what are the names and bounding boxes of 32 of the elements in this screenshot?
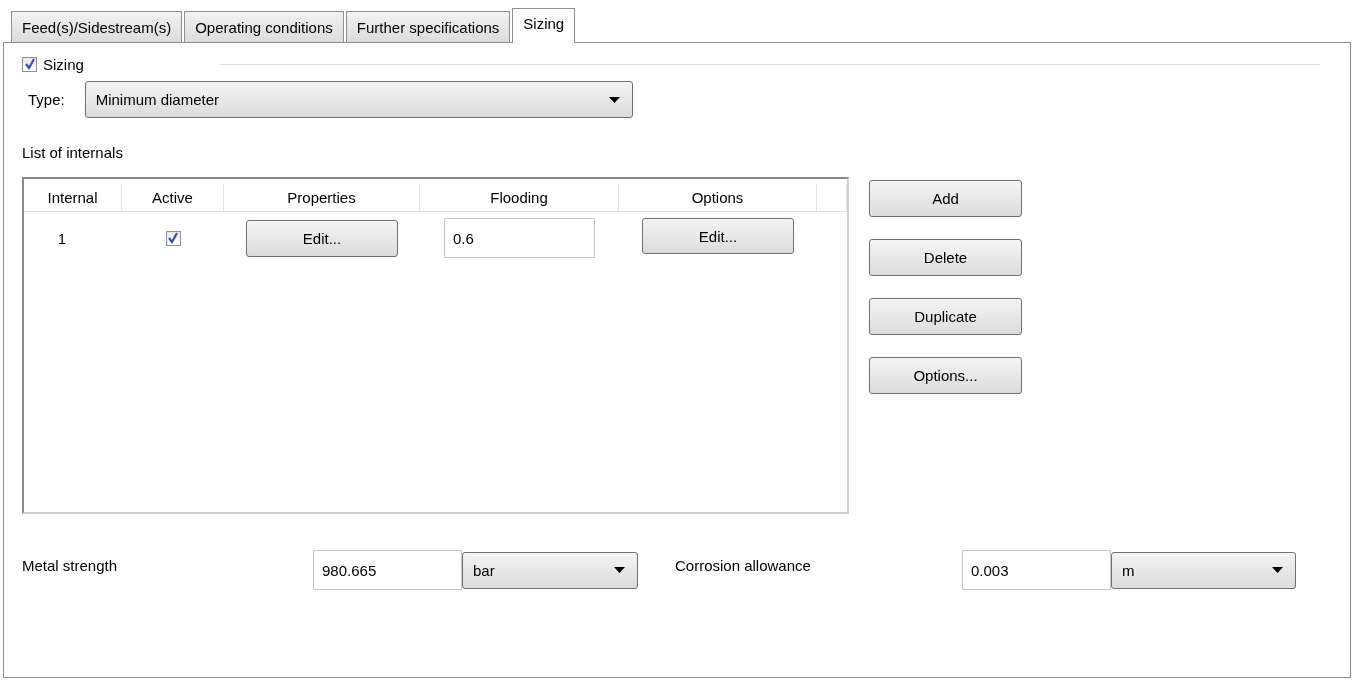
tab[interactable]: Sizing [512,8,576,43]
field-label: Metal strength [22,556,119,574]
column-header: Flooding [420,184,619,211]
column-header: Internal [24,184,122,211]
tab[interactable]: Operating conditions [184,11,344,42]
input-field[interactable]: 0.6 [444,218,595,258]
side-button[interactable]: Duplicate [869,298,1022,335]
checkbox[interactable] [22,56,37,72]
caret-icon [614,567,625,573]
edit-button[interactable]: Edit... [642,218,794,254]
unit-dropdown[interactable]: m [1111,551,1296,589]
caret-icon [1272,567,1283,573]
field-label: Type: [28,91,65,108]
column-header: Active [122,184,224,211]
column-header: Properties [224,184,420,211]
column-header: Options [619,184,817,211]
unit-dropdown[interactable]: bar [462,551,638,589]
side-button[interactable]: Delete [869,239,1022,276]
checkbox[interactable] [165,230,181,246]
section-title: List of internals [22,144,123,161]
field-label: Corrosion allowance [675,556,812,574]
input-field[interactable]: 980.665 [313,550,462,590]
side-button[interactable]: Options... [869,357,1022,394]
edit-button[interactable]: Edit... [246,219,398,257]
caret-icon [608,96,620,103]
side-button[interactable]: Add [869,180,1022,217]
tab[interactable]: Further specifications [345,11,511,42]
group-title: Sizing [43,55,84,73]
type-dropdown[interactable]: Minimum diameter [84,81,633,118]
input-field[interactable]: 0.003 [962,550,1111,590]
tab[interactable]: Feed(s)/Sidestream(s) [11,11,183,42]
table-cell: 1 [57,229,67,247]
